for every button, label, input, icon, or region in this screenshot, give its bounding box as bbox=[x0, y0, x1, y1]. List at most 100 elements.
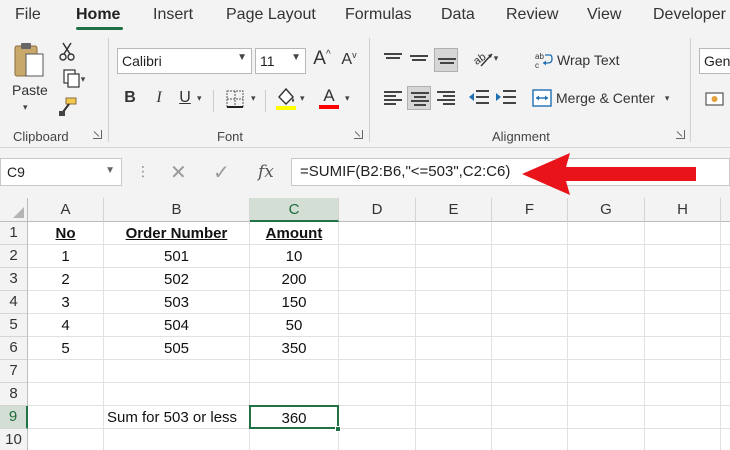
grid-cell[interactable] bbox=[568, 360, 645, 383]
fill-color-button[interactable] bbox=[274, 84, 298, 112]
grid-cell[interactable] bbox=[721, 429, 730, 450]
borders-button[interactable] bbox=[224, 88, 246, 110]
tab-data[interactable]: Data bbox=[441, 6, 475, 24]
merge-dropdown-icon[interactable]: ▾ bbox=[665, 93, 670, 104]
grid-cell[interactable] bbox=[250, 429, 339, 450]
grid-cell[interactable] bbox=[568, 406, 645, 429]
cell-c9[interactable]: 360 bbox=[249, 405, 339, 429]
tab-page-layout[interactable]: Page Layout bbox=[226, 6, 316, 24]
tab-insert[interactable]: Insert bbox=[153, 6, 193, 24]
font-color-dropdown-icon[interactable]: ▾ bbox=[345, 93, 350, 104]
grid-cell[interactable] bbox=[104, 429, 250, 450]
grid-cell[interactable] bbox=[721, 268, 730, 291]
grid-cell[interactable] bbox=[339, 314, 416, 337]
cell-a1[interactable]: No bbox=[28, 222, 104, 245]
bold-button[interactable]: B bbox=[120, 86, 140, 110]
tab-file[interactable]: File bbox=[15, 6, 41, 24]
grid-cell[interactable] bbox=[339, 360, 416, 383]
row-header-9[interactable]: 9 bbox=[0, 406, 28, 429]
grid-cell[interactable] bbox=[339, 268, 416, 291]
grid-cell[interactable] bbox=[645, 291, 721, 314]
row-header-2[interactable]: 2 bbox=[0, 245, 28, 268]
alignment-launcher-icon[interactable] bbox=[676, 130, 685, 139]
name-box[interactable]: C9 ▼ bbox=[0, 158, 122, 186]
formula-bar-grip-icon[interactable]: ⋮ bbox=[136, 163, 150, 180]
grid-cell[interactable] bbox=[645, 429, 721, 450]
row-header-4[interactable]: 4 bbox=[0, 291, 28, 314]
cell-b1[interactable]: Order Number bbox=[104, 222, 250, 245]
column-header-e[interactable]: E bbox=[416, 198, 492, 222]
grid-cell[interactable] bbox=[645, 383, 721, 406]
cell-c1[interactable]: Amount bbox=[250, 222, 339, 245]
grid-cell[interactable] bbox=[250, 360, 339, 383]
grid-cell[interactable] bbox=[568, 268, 645, 291]
grid-cell[interactable] bbox=[568, 429, 645, 450]
shrink-font-button[interactable]: Av bbox=[338, 48, 360, 72]
underline-dropdown-icon[interactable]: ▾ bbox=[197, 93, 202, 104]
paste-dropdown-icon[interactable]: ▾ bbox=[23, 102, 28, 113]
cell-c5[interactable]: 50 bbox=[250, 314, 339, 337]
grid-cell[interactable] bbox=[568, 222, 645, 245]
cell-c3[interactable]: 200 bbox=[250, 268, 339, 291]
grid-cell[interactable] bbox=[492, 429, 568, 450]
grid-cell[interactable] bbox=[492, 314, 568, 337]
middle-align-button[interactable] bbox=[407, 48, 431, 72]
grid-cell[interactable] bbox=[645, 406, 721, 429]
grid-cell[interactable] bbox=[568, 383, 645, 406]
row-header-5[interactable]: 5 bbox=[0, 314, 28, 337]
grid-cell[interactable] bbox=[339, 291, 416, 314]
copy-dropdown-icon[interactable]: ▾ bbox=[81, 74, 86, 85]
grid-cell[interactable] bbox=[721, 314, 730, 337]
grid-cell[interactable] bbox=[416, 245, 492, 268]
tab-view[interactable]: View bbox=[587, 6, 621, 24]
grid-cell[interactable] bbox=[250, 383, 339, 406]
cut-button[interactable] bbox=[58, 40, 76, 62]
wrap-text-button[interactable]: ab c Wrap Text bbox=[535, 51, 620, 69]
grid-cell[interactable] bbox=[28, 429, 104, 450]
row-header-7[interactable]: 7 bbox=[0, 360, 28, 383]
grid-cell[interactable] bbox=[645, 360, 721, 383]
grid-cell[interactable] bbox=[339, 383, 416, 406]
enter-icon[interactable]: ✓ bbox=[213, 160, 230, 185]
grid-cell[interactable] bbox=[492, 360, 568, 383]
grid-cell[interactable] bbox=[645, 245, 721, 268]
grid-cell[interactable] bbox=[416, 222, 492, 245]
grid-cell[interactable] bbox=[416, 314, 492, 337]
cell-c4[interactable]: 150 bbox=[250, 291, 339, 314]
grid-cell[interactable] bbox=[645, 337, 721, 360]
format-painter-button[interactable] bbox=[57, 96, 79, 118]
cell-b2[interactable]: 501 bbox=[104, 245, 250, 268]
row-header-6[interactable]: 6 bbox=[0, 337, 28, 360]
grid-cell[interactable] bbox=[568, 314, 645, 337]
cell-b4[interactable]: 503 bbox=[104, 291, 250, 314]
grid-cell[interactable] bbox=[416, 337, 492, 360]
grid-cell[interactable] bbox=[492, 337, 568, 360]
grid-cell[interactable] bbox=[416, 406, 492, 429]
orientation-button[interactable]: ab ▾ bbox=[468, 46, 502, 70]
font-size-combo[interactable]: 11 ▼ bbox=[255, 48, 306, 74]
tab-review[interactable]: Review bbox=[506, 6, 558, 24]
grid-cell[interactable] bbox=[416, 429, 492, 450]
grid-cell[interactable] bbox=[104, 360, 250, 383]
grid-cell[interactable] bbox=[339, 337, 416, 360]
grid-cell[interactable] bbox=[492, 268, 568, 291]
grid-cell[interactable] bbox=[416, 291, 492, 314]
grid-cell[interactable] bbox=[568, 245, 645, 268]
column-header-c[interactable]: C bbox=[250, 198, 339, 222]
grid-cell[interactable] bbox=[721, 360, 730, 383]
decrease-indent-button[interactable] bbox=[467, 86, 491, 110]
select-all-button[interactable] bbox=[0, 198, 28, 222]
borders-dropdown-icon[interactable]: ▾ bbox=[251, 93, 256, 104]
number-format-combo[interactable]: Gene bbox=[699, 48, 730, 74]
bottom-align-button[interactable] bbox=[434, 48, 458, 72]
grid-cell[interactable] bbox=[492, 222, 568, 245]
grid-cell[interactable] bbox=[104, 383, 250, 406]
grid-cell[interactable] bbox=[492, 245, 568, 268]
column-header-i[interactable] bbox=[721, 198, 730, 222]
copy-button[interactable]: ▾ bbox=[56, 68, 92, 90]
grid-cell[interactable] bbox=[721, 222, 730, 245]
insert-function-icon[interactable]: fx bbox=[258, 162, 274, 182]
column-header-f[interactable]: F bbox=[492, 198, 568, 222]
paste-label[interactable]: Paste bbox=[12, 82, 48, 98]
grow-font-button[interactable]: A ^ bbox=[311, 46, 333, 72]
